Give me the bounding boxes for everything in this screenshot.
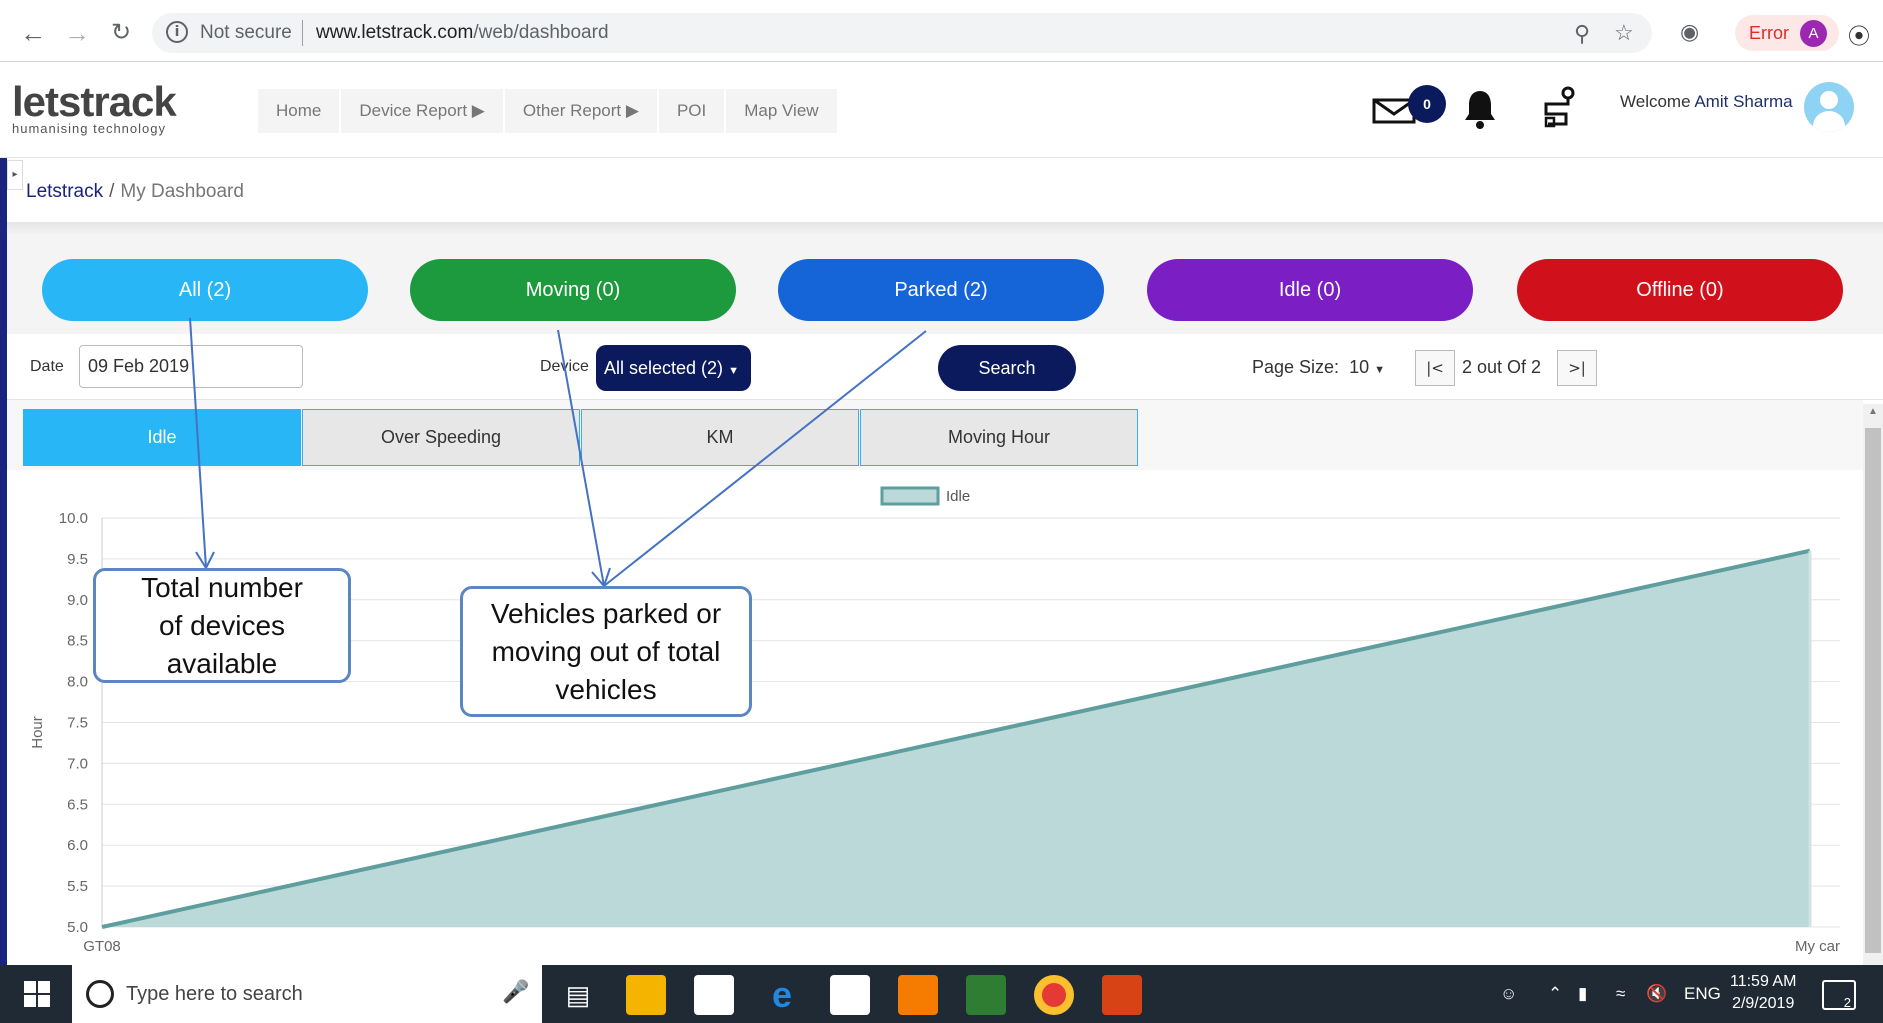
microphone-icon[interactable]: 🎤	[502, 979, 529, 1005]
language-indicator[interactable]: ENG	[1684, 984, 1721, 1004]
tray-chevron-icon[interactable]: ⌃	[1548, 984, 1562, 1004]
excel-icon[interactable]	[966, 975, 1006, 1015]
edge-icon[interactable]: e	[762, 975, 802, 1015]
mail-app-icon[interactable]	[830, 975, 870, 1015]
arrow-moving	[557, 329, 605, 587]
callout-parked-moving-text: Vehicles parked or moving out of total v…	[490, 597, 722, 705]
volume-muted-icon[interactable]: 🔇	[1646, 984, 1667, 1004]
outlook-icon[interactable]	[898, 975, 938, 1015]
screen: ← → ↻ i Not secure www.letstrack.com/web…	[0, 0, 1883, 1023]
wifi-icon[interactable]: ≈	[1616, 984, 1625, 1004]
battery-icon[interactable]: ▮	[1578, 984, 1587, 1004]
chrome-icon[interactable]	[1034, 975, 1074, 1015]
notification-icon[interactable]: 2	[1822, 980, 1856, 1010]
callout-total-devices: Total number of devices available	[93, 568, 351, 683]
people-icon[interactable]: ☺	[1500, 984, 1517, 1004]
clock-date: 2/9/2019	[1732, 995, 1795, 1012]
notification-count: 2	[1843, 995, 1851, 1010]
cortana-icon	[86, 980, 114, 1008]
taskbar-search-placeholder: Type here to search	[126, 983, 303, 1005]
powerpoint-icon[interactable]	[1102, 975, 1142, 1015]
callout-parked-moving: Vehicles parked or moving out of total v…	[460, 586, 752, 717]
task-view-icon[interactable]: ▤	[558, 975, 598, 1015]
callout-arrows	[189, 317, 927, 588]
file-explorer-icon[interactable]	[626, 975, 666, 1015]
clock-time: 11:59 AM	[1730, 973, 1797, 990]
arrow-parked	[603, 330, 927, 587]
callout-total-devices-text: Total number of devices available	[141, 571, 303, 679]
clock[interactable]: 11:59 AM 2/9/2019	[1730, 971, 1796, 1015]
windows-start-icon[interactable]	[24, 981, 50, 1007]
arrow-all	[189, 317, 207, 569]
taskbar-search[interactable]: Type here to search 🎤	[72, 965, 542, 1023]
store-icon[interactable]	[694, 975, 734, 1015]
